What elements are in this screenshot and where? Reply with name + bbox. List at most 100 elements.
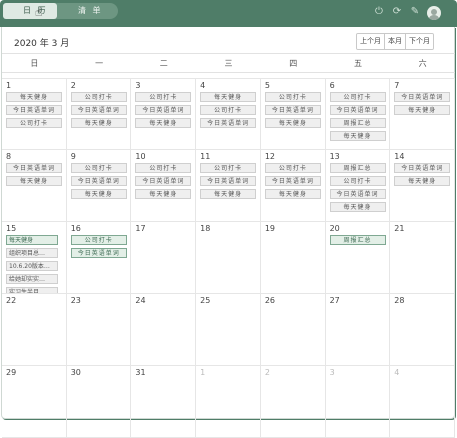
day-cell[interactable]: 10 公司打卡 今日英语单词 每天健身	[131, 150, 197, 222]
weekday-label: 一	[95, 59, 104, 68]
day-cell[interactable]: 3	[325, 366, 391, 438]
day-cell[interactable]: 1	[196, 366, 261, 438]
event-chip[interactable]: 公司打卡	[264, 92, 321, 102]
event-chip[interactable]: 公司打卡	[6, 118, 62, 128]
event-chip[interactable]: 组织项目总…	[6, 248, 58, 258]
event-chip[interactable]: 公司打卡	[329, 176, 386, 186]
event-chip[interactable]: 周报汇总	[329, 235, 386, 245]
event-chip[interactable]: 公司打卡	[200, 105, 257, 115]
day-cell[interactable]: 21	[390, 222, 455, 294]
day-cell[interactable]: 14 今日英语单词 每天健身	[390, 150, 455, 222]
day-cell[interactable]: 17	[131, 222, 197, 294]
day-cell[interactable]: 27	[325, 294, 391, 366]
day-cell[interactable]: 2 公司打卡 今日英语单词 每天健身	[66, 78, 132, 150]
event-chip[interactable]: 今日英语单词	[70, 248, 127, 258]
event-chip[interactable]: 周报汇总	[329, 163, 386, 173]
event-chip[interactable]: 每天健身	[70, 118, 127, 128]
day-cell[interactable]: 3 公司打卡 今日英语单词 每天健身	[131, 78, 197, 150]
event-chip[interactable]: 每天健身	[6, 176, 62, 186]
event-chip[interactable]: 每天健身	[329, 131, 386, 141]
event-chip[interactable]: 今日英语单词	[135, 176, 192, 186]
event-chip[interactable]: 公司打卡	[70, 235, 127, 245]
day-number: 3	[329, 368, 335, 377]
event-chip[interactable]: 周报汇总	[329, 118, 386, 128]
day-cell[interactable]: 20 周报汇总	[325, 222, 391, 294]
event-chip[interactable]: 公司打卡	[70, 92, 127, 102]
power-icon[interactable]: ⏻	[373, 6, 385, 18]
day-cell[interactable]: 23	[66, 294, 132, 366]
event-chip[interactable]: 公司打卡	[329, 92, 386, 102]
event-chip[interactable]: 每天健身	[394, 105, 451, 115]
event-chip[interactable]: 每天健身	[394, 176, 451, 186]
day-cell[interactable]: 6 公司打卡 今日英语单词 周报汇总 每天健身	[325, 78, 391, 150]
day-cell[interactable]: 13 周报汇总 公司打卡 今日英语单词 每天健身	[325, 150, 391, 222]
event-chip[interactable]: 今日英语单词	[329, 189, 386, 199]
tab-list[interactable]: 清 单	[54, 3, 118, 19]
day-number: 25	[200, 296, 211, 305]
event-chip[interactable]: 今日英语单词	[264, 105, 321, 115]
tab-calendar[interactable]: 日 历	[3, 3, 57, 19]
event-chip[interactable]: 每天健身	[6, 92, 62, 102]
day-cell[interactable]: 25	[196, 294, 261, 366]
current-month-button[interactable]: 本月	[385, 34, 406, 49]
event-chip[interactable]: 公司打卡	[70, 163, 127, 173]
weekday-header: 日 一 二 三 四 五 六	[2, 53, 455, 73]
day-cell[interactable]: 22	[2, 294, 67, 366]
event-chip[interactable]: 实习生半月…	[6, 287, 58, 293]
event-chip[interactable]: 10.6.20版本…	[6, 261, 58, 271]
event-chip[interactable]: 每天健身	[70, 189, 127, 199]
event-chip[interactable]: 今日英语单词	[394, 163, 451, 173]
day-cell[interactable]: 4	[390, 366, 455, 438]
event-chip[interactable]: 每天健身	[135, 189, 192, 199]
hand-cursor-icon: ☝	[35, 5, 43, 19]
event-chip[interactable]: 今日英语单词	[394, 92, 451, 102]
event-chip[interactable]: 今日英语单词	[264, 176, 321, 186]
event-chip[interactable]: 今日英语单词	[200, 118, 257, 128]
day-cell[interactable]: 8 今日英语单词 每天健身	[2, 150, 67, 222]
refresh-icon[interactable]: ⟳	[391, 6, 403, 18]
event-chip[interactable]: 公司打卡	[135, 92, 192, 102]
event-chip[interactable]: 每天健身	[264, 189, 321, 199]
event-chip[interactable]: 每天健身	[200, 189, 257, 199]
event-chip[interactable]: 每天健身	[6, 235, 58, 245]
event-chip[interactable]: 公司打卡	[135, 163, 192, 173]
event-chip[interactable]: 今日英语单词	[329, 105, 386, 115]
day-cell[interactable]: 26	[260, 294, 326, 366]
prev-month-button[interactable]: 上个月	[357, 34, 385, 49]
event-chip[interactable]: 今日英语单词	[6, 163, 62, 173]
weekday-label: 四	[289, 59, 298, 68]
next-month-button[interactable]: 下个月	[406, 34, 433, 49]
event-chip[interactable]: 给她却实实…	[6, 274, 58, 284]
avatar[interactable]	[427, 6, 441, 20]
event-chip[interactable]: 今日英语单词	[6, 105, 62, 115]
day-cell[interactable]: 18	[196, 222, 261, 294]
day-cell[interactable]: 15 每天健身 组织项目总… 10.6.20版本… 给她却实实… 实习生半月…	[2, 222, 67, 294]
day-cell[interactable]: 2	[260, 366, 326, 438]
day-cell[interactable]: 28	[390, 294, 455, 366]
day-cell[interactable]: 11 公司打卡 今日英语单词 每天健身	[196, 150, 261, 222]
event-chip[interactable]: 每天健身	[264, 118, 321, 128]
event-chip[interactable]: 每天健身	[200, 92, 257, 102]
day-cell[interactable]: 5 公司打卡 今日英语单词 每天健身	[260, 78, 326, 150]
day-cell[interactable]: 19	[260, 222, 326, 294]
day-cell[interactable]: 12 公司打卡 今日英语单词 每天健身	[260, 150, 326, 222]
day-cell[interactable]: 7 今日英语单词 每天健身	[390, 78, 455, 150]
day-cell[interactable]: 4 每天健身 公司打卡 今日英语单词	[196, 78, 261, 150]
event-chip[interactable]: 今日英语单词	[135, 105, 192, 115]
event-chip[interactable]: 公司打卡	[264, 163, 321, 173]
day-cell[interactable]: 9 公司打卡 今日英语单词 每天健身	[66, 150, 132, 222]
pin-icon[interactable]: ✎	[409, 6, 421, 18]
event-chip[interactable]: 每天健身	[135, 118, 192, 128]
event-chip[interactable]: 公司打卡	[200, 163, 257, 173]
day-cell[interactable]: 31	[131, 366, 197, 438]
event-chip[interactable]: 今日英语单词	[70, 105, 127, 115]
event-chip[interactable]: 每天健身	[329, 202, 386, 212]
day-cell[interactable]: 1 每天健身 今日英语单词 公司打卡	[2, 78, 67, 150]
day-cell[interactable]: 30	[66, 366, 132, 438]
day-number: 2	[264, 368, 270, 377]
day-cell[interactable]: 24	[131, 294, 197, 366]
day-cell[interactable]: 16 公司打卡 今日英语单词	[66, 222, 132, 294]
day-cell[interactable]: 29	[2, 366, 67, 438]
event-chip[interactable]: 今日英语单词	[70, 176, 127, 186]
event-chip[interactable]: 今日英语单词	[200, 176, 257, 186]
